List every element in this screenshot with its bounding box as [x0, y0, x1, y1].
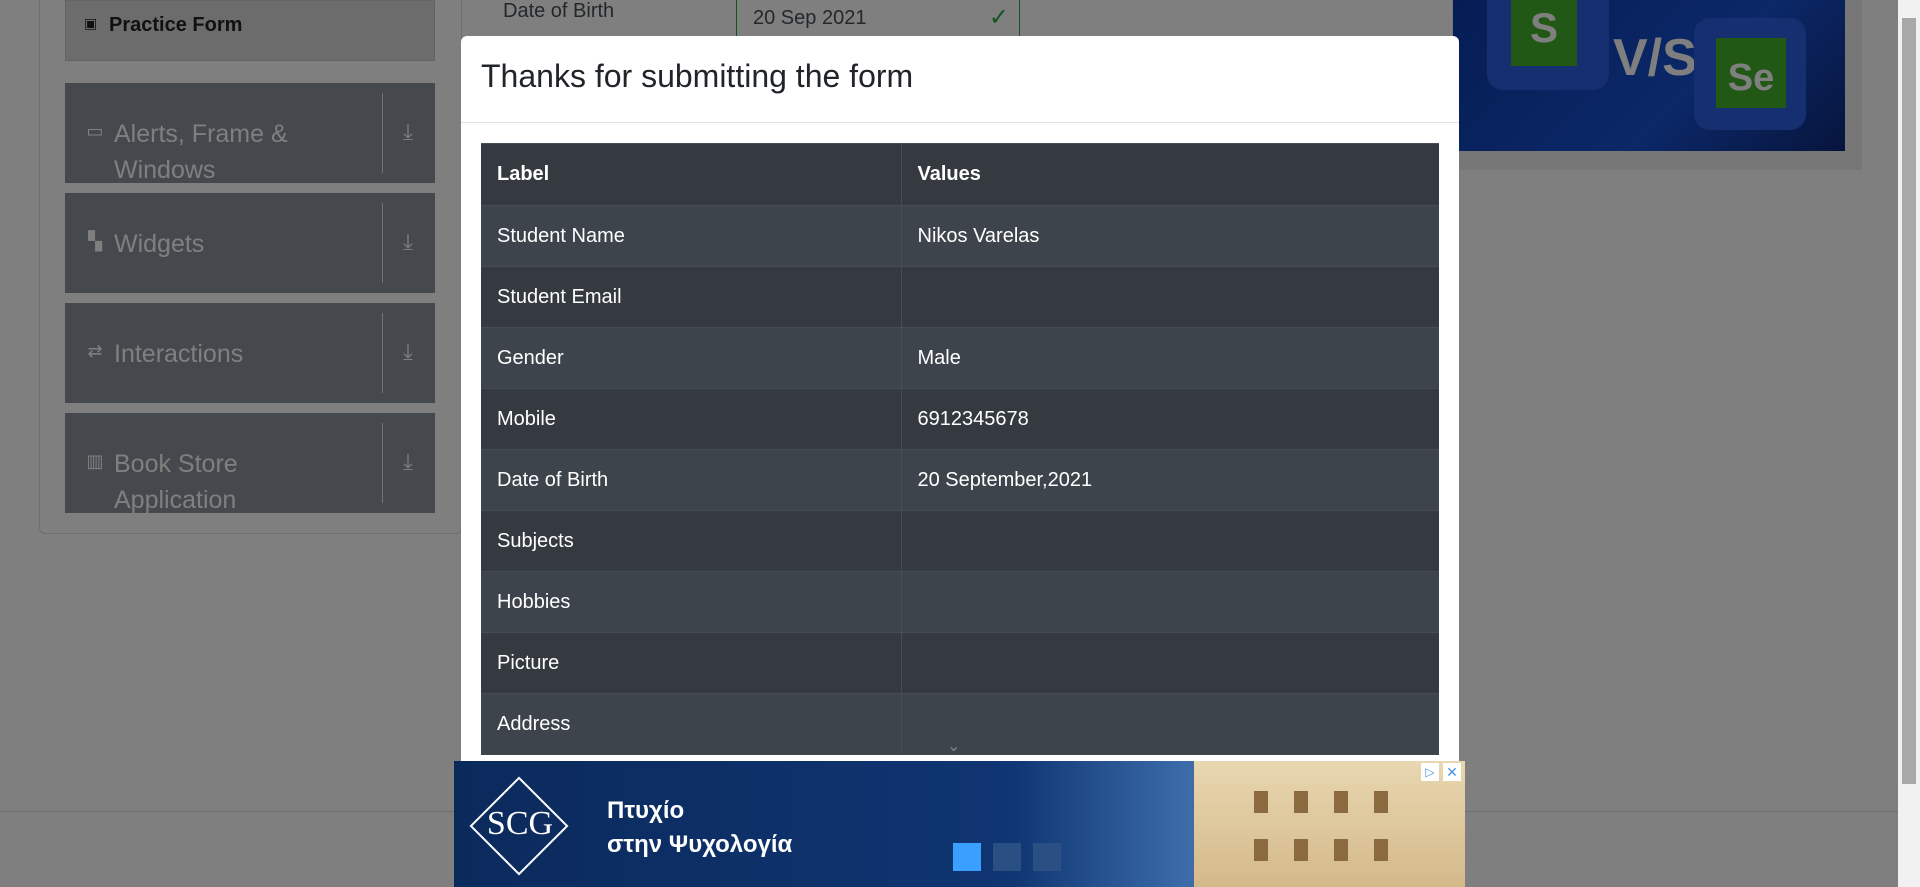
building-window: [1334, 791, 1348, 813]
building-window: [1374, 839, 1388, 861]
table-row: Student Email: [481, 266, 1439, 328]
carousel-dot[interactable]: [1033, 843, 1061, 871]
table-row: Gender Male: [481, 327, 1439, 389]
row-value: [901, 693, 1439, 755]
column-header-values: Values: [901, 143, 1439, 206]
ad-subheadline: στην Ψυχολογία: [607, 831, 793, 858]
row-label: Picture: [481, 632, 902, 694]
bottom-ad-banner[interactable]: SCG Πτυχίο στην Ψυχολογία ▷ ✕: [454, 761, 1465, 887]
table-row: Hobbies: [481, 571, 1439, 633]
row-value: [901, 510, 1439, 572]
ad-headline: Πτυχίο: [607, 797, 685, 824]
row-value: [901, 571, 1439, 633]
chevron-down-icon: ⌄: [947, 738, 961, 755]
row-label: Hobbies: [481, 571, 902, 633]
scrollbar-thumb[interactable]: [1902, 18, 1916, 784]
building-window: [1334, 839, 1348, 861]
row-value: Male: [901, 327, 1439, 389]
submission-modal: Thanks for submitting the form Label Val…: [461, 36, 1459, 887]
modal-header: Thanks for submitting the form: [461, 36, 1459, 123]
table-row: Subjects: [481, 510, 1439, 572]
table-row: Student Name Nikos Varelas: [481, 205, 1439, 267]
modal-title: Thanks for submitting the form: [481, 58, 914, 94]
table-row: Date of Birth 20 September,2021: [481, 449, 1439, 511]
carousel-dot[interactable]: [993, 843, 1021, 871]
row-label: Address: [481, 693, 902, 755]
scg-logo: SCG: [486, 805, 554, 842]
row-label: Student Email: [481, 266, 902, 328]
row-value: 6912345678: [901, 388, 1439, 450]
column-header-label: Label: [481, 143, 902, 206]
row-value: [901, 266, 1439, 328]
row-label: Mobile: [481, 388, 902, 450]
row-label: Student Name: [481, 205, 902, 267]
row-label: Subjects: [481, 510, 902, 572]
carousel-dot[interactable]: [953, 843, 981, 871]
building-window: [1374, 791, 1388, 813]
row-value: [901, 632, 1439, 694]
building-window: [1294, 791, 1308, 813]
table-row: Mobile 6912345678: [481, 388, 1439, 450]
scrollbar[interactable]: [1898, 0, 1920, 887]
row-label: Date of Birth: [481, 449, 902, 511]
close-icon[interactable]: ✕: [1443, 763, 1461, 781]
building-window: [1254, 839, 1268, 861]
table-header-row: Label Values: [481, 143, 1439, 206]
table-row: Picture: [481, 632, 1439, 694]
row-value: Nikos Varelas: [901, 205, 1439, 267]
building-window: [1294, 839, 1308, 861]
carousel-dots: [953, 843, 1073, 876]
row-value: 20 September,2021: [901, 449, 1439, 511]
building-window: [1254, 791, 1268, 813]
ad-info-icon[interactable]: ▷: [1421, 763, 1439, 781]
row-label: Gender: [481, 327, 902, 389]
results-table: Label Values Student Name Nikos Varelas …: [481, 143, 1439, 755]
